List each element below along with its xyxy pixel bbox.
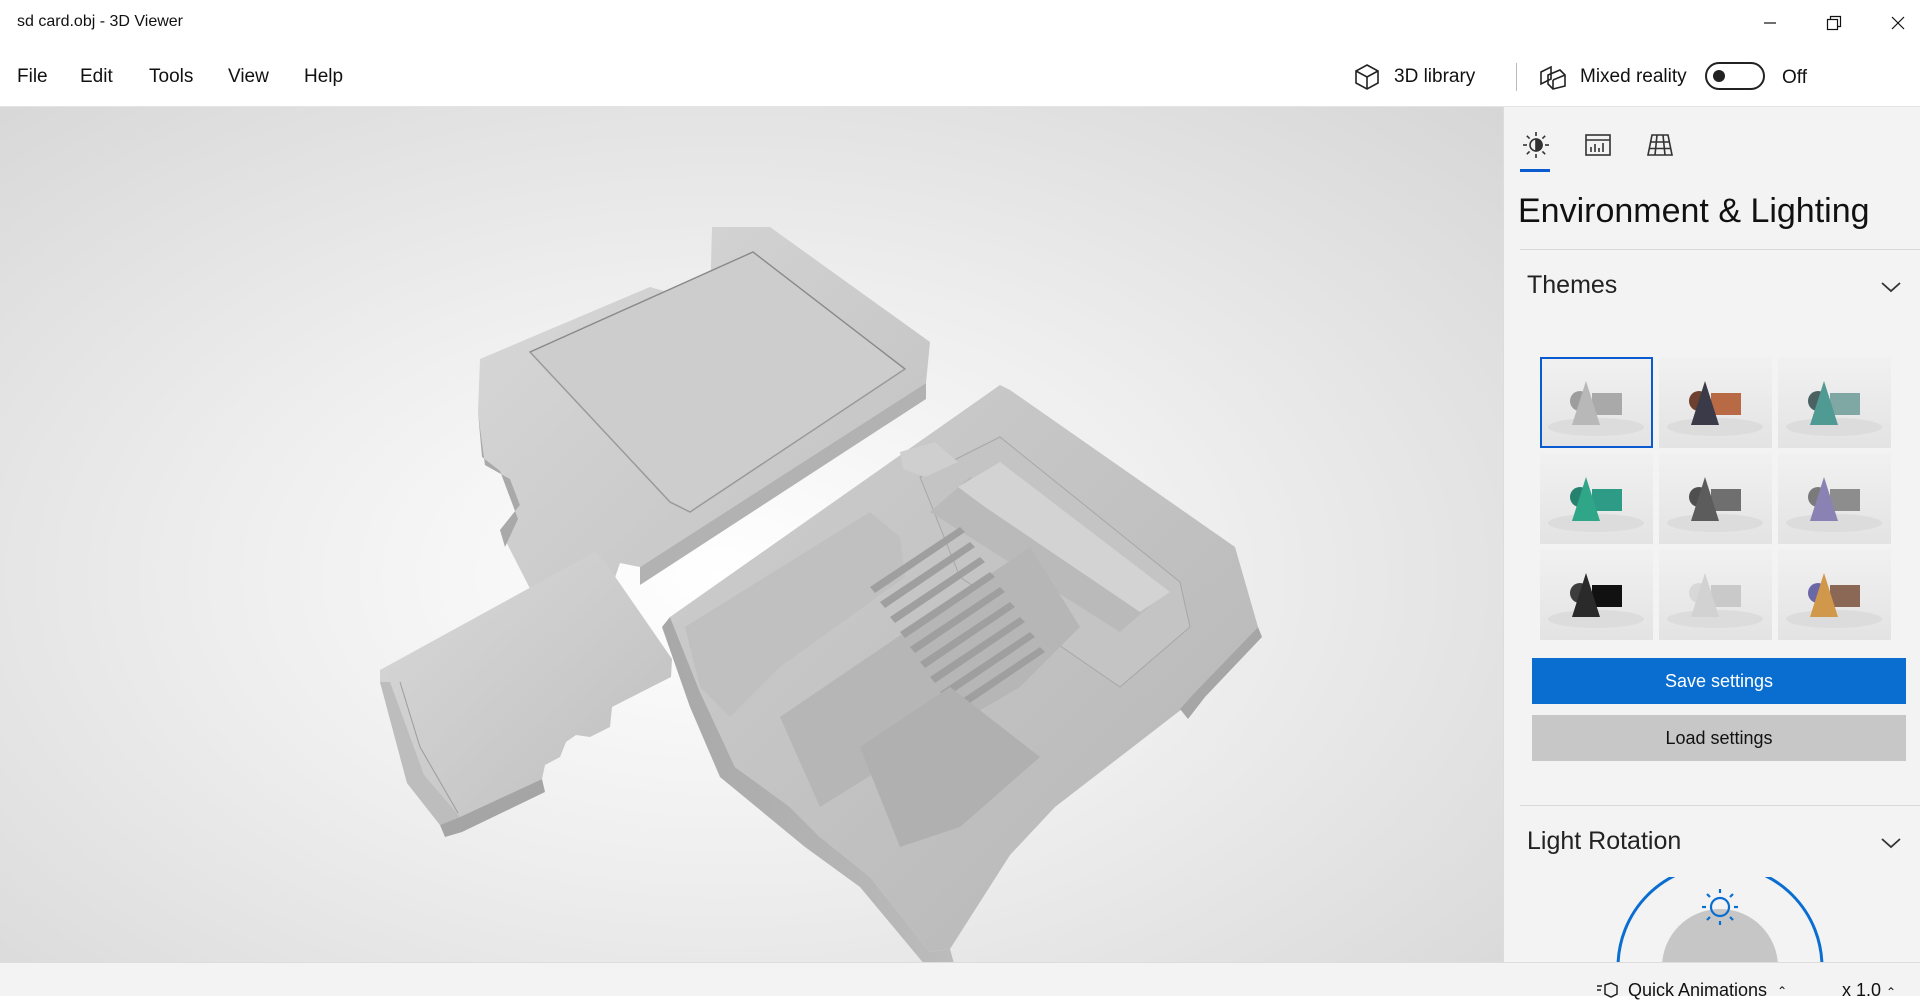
zoom-level[interactable]: x 1.0 ⌃ xyxy=(1842,980,1896,1001)
themes-grid xyxy=(1540,357,1900,640)
tab-environment[interactable] xyxy=(1516,125,1556,165)
light-rotation-chevron-down-icon[interactable] xyxy=(1880,836,1902,850)
minimize-button[interactable] xyxy=(1738,0,1802,45)
theme-thumbnail[interactable] xyxy=(1659,453,1772,544)
minimize-icon xyxy=(1764,21,1776,24)
theme-thumbnail[interactable] xyxy=(1778,549,1891,640)
toggle-state-label: Off xyxy=(1782,67,1807,88)
menu-bar: File Edit Tools View Help 3D library Mix… xyxy=(0,45,1920,107)
microsd-card xyxy=(380,552,672,837)
panel-title: Environment & Lighting xyxy=(1518,192,1870,230)
close-button[interactable] xyxy=(1866,0,1920,45)
3d-library-label: 3D library xyxy=(1394,66,1476,87)
save-settings-button[interactable]: Save settings xyxy=(1532,658,1906,704)
theme-thumbnail[interactable] xyxy=(1540,549,1653,640)
theme-thumbnail[interactable] xyxy=(1659,357,1772,448)
grid-icon xyxy=(1647,134,1673,156)
sun-icon xyxy=(1523,132,1549,158)
light-rotation-dial[interactable] xyxy=(1610,877,1830,962)
mixed-reality-button[interactable]: Mixed reality xyxy=(1538,60,1687,94)
menu-edit[interactable]: Edit xyxy=(80,66,113,88)
sd-card-model xyxy=(380,227,1262,962)
restore-button[interactable] xyxy=(1802,0,1866,45)
mixed-reality-toggle[interactable] xyxy=(1705,62,1765,90)
environment-panel: Environment & Lighting Themes Save setti… xyxy=(1503,107,1920,962)
cube-icon xyxy=(1355,64,1379,90)
themes-chevron-down-icon[interactable] xyxy=(1880,280,1902,294)
close-icon xyxy=(1891,16,1905,29)
tab-stats[interactable] xyxy=(1578,125,1618,165)
theme-thumbnail[interactable] xyxy=(1659,549,1772,640)
menu-view[interactable]: View xyxy=(228,66,269,88)
window-title: sd card.obj - 3D Viewer xyxy=(17,13,183,30)
status-bar: Quick Animations ⌃ x 1.0 ⌃ xyxy=(0,962,1920,1000)
theme-thumbnail[interactable] xyxy=(1778,453,1891,544)
animation-icon xyxy=(1597,981,1618,998)
menu-help[interactable]: Help xyxy=(304,66,343,88)
mixed-reality-label: Mixed reality xyxy=(1580,66,1687,87)
menu-tools[interactable]: Tools xyxy=(149,66,193,88)
theme-thumbnail[interactable] xyxy=(1540,453,1653,544)
quick-animations-button[interactable]: Quick Animations ⌃ xyxy=(1596,980,1787,1001)
zoom-chevron-up-icon: ⌃ xyxy=(1886,985,1897,999)
zoom-label: x 1.0 xyxy=(1842,980,1882,1000)
mixed-reality-icon xyxy=(1540,65,1566,90)
stats-icon xyxy=(1585,134,1611,156)
tab-grid[interactable] xyxy=(1640,125,1680,165)
toolbar-separator xyxy=(1516,63,1517,91)
active-tab-indicator xyxy=(1520,169,1550,172)
chevron-up-icon: ⌃ xyxy=(1777,983,1788,998)
quick-animations-label: Quick Animations xyxy=(1628,980,1768,1000)
menu-file[interactable]: File xyxy=(17,66,48,88)
restore-icon xyxy=(1826,15,1842,30)
theme-thumbnail[interactable] xyxy=(1778,357,1891,448)
toggle-knob xyxy=(1713,70,1725,82)
3d-library-button[interactable]: 3D library xyxy=(1352,60,1475,94)
divider xyxy=(1520,249,1920,250)
themes-section-title[interactable]: Themes xyxy=(1527,271,1617,300)
load-settings-button[interactable]: Load settings xyxy=(1532,715,1906,761)
title-bar: sd card.obj - 3D Viewer xyxy=(0,0,1920,45)
light-rotation-section-title[interactable]: Light Rotation xyxy=(1527,827,1681,856)
3d-viewport[interactable] xyxy=(0,107,1503,962)
theme-thumbnail[interactable] xyxy=(1540,357,1653,448)
divider xyxy=(1520,805,1920,806)
